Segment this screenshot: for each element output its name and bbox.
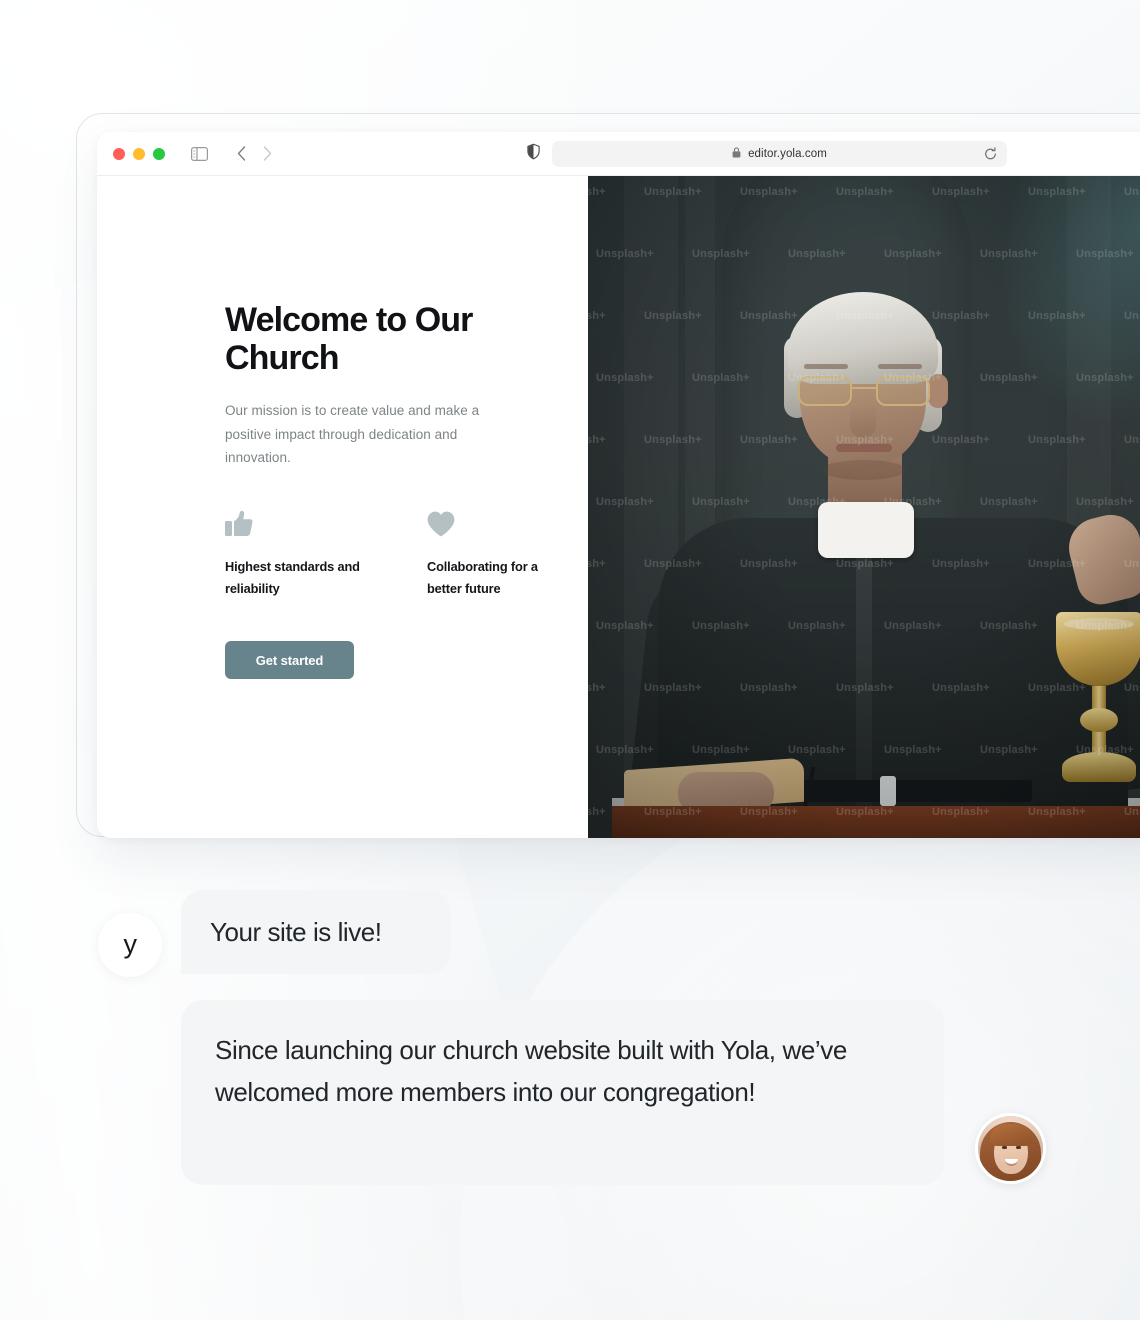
avatar <box>975 1113 1046 1184</box>
chalice-cup <box>1056 612 1140 686</box>
chevron-left-icon[interactable] <box>230 143 252 165</box>
address-bar[interactable]: editor.yola.com <box>552 140 1007 167</box>
chin-shadow <box>822 460 906 480</box>
hero-image: Unsplash+ Unsplash+ Unsplash+ Unsplash+ Unsp… <box>588 176 1140 838</box>
feature-label: Collaborating for a better future <box>427 559 538 597</box>
browser-window: editor.yola.com Welcome to Our Church Ou… <box>97 132 1140 838</box>
watermark-text: Unsplash+ <box>588 806 606 818</box>
yola-logo-icon: y <box>123 928 138 959</box>
nose <box>850 396 876 438</box>
heart-icon <box>427 507 567 537</box>
avatar-eye <box>1002 1146 1007 1149</box>
hero-text-column: Welcome to Our Church Our mission is to … <box>97 176 588 838</box>
watermark-text: Unsplash+ <box>588 434 606 446</box>
watermark-text: Unsplash+ <box>588 310 606 322</box>
eyebrow <box>878 364 922 369</box>
watermark-text: Unsplash+ <box>588 186 606 198</box>
eyebrow <box>804 364 848 369</box>
mouth <box>836 444 892 452</box>
lens <box>876 376 930 406</box>
chat-bubble-status: Your site is live! <box>181 890 451 974</box>
watermark-text: Unsplash+ <box>588 682 606 694</box>
window-traffic-lights[interactable] <box>113 147 165 160</box>
yola-brand-avatar: y <box>98 913 162 977</box>
chat-bubble-testimonial: Since launching our church website built… <box>181 1000 944 1185</box>
sidebar-toggle-icon[interactable] <box>191 146 208 161</box>
lock-icon <box>732 145 741 163</box>
privacy-shield-icon[interactable] <box>527 143 540 164</box>
maximize-window-button[interactable] <box>153 147 165 160</box>
lens <box>798 376 852 406</box>
browser-frame: editor.yola.com Welcome to Our Church Ou… <box>76 113 1140 838</box>
get-started-button[interactable]: Get started <box>225 641 354 680</box>
priest-figure <box>612 278 1140 838</box>
belt-buckle <box>880 776 896 806</box>
chalice <box>1056 612 1140 802</box>
testimonial-text: Since launching our church website built… <box>215 1035 847 1108</box>
hero-subtitle: Our mission is to create value and make … <box>225 403 480 465</box>
site-preview: Welcome to Our Church Our mission is to … <box>97 176 1140 838</box>
chalice-knob <box>1080 708 1118 732</box>
thumbs-up-icon <box>225 507 365 537</box>
minimize-window-button[interactable] <box>133 147 145 160</box>
avatar-eye <box>1016 1146 1021 1149</box>
page-root: editor.yola.com Welcome to Our Church Ou… <box>0 0 1140 1320</box>
chalice-base <box>1062 752 1136 782</box>
watermark-text: Unsplash+ <box>588 558 606 570</box>
hair <box>788 292 938 384</box>
url-text: editor.yola.com <box>748 147 827 160</box>
feature-list: Highest standards and reliability Collab… <box>225 507 588 600</box>
chevron-right-icon[interactable] <box>256 143 278 165</box>
clerical-collar <box>818 502 914 558</box>
feature-label: Highest standards and reliability <box>225 559 360 597</box>
reload-icon[interactable] <box>984 146 997 161</box>
status-message-text: Your site is live! <box>210 916 382 947</box>
navigation-arrows[interactable] <box>230 143 278 165</box>
browser-toolbar: editor.yola.com <box>97 132 1140 176</box>
avatar-hair-front <box>990 1124 1032 1146</box>
pulpit <box>612 806 1140 838</box>
feature-item: Highest standards and reliability <box>225 507 365 600</box>
page-title: Welcome to Our Church <box>225 301 473 377</box>
close-window-button[interactable] <box>113 147 125 160</box>
ear <box>928 374 948 408</box>
bridge <box>852 387 876 389</box>
feature-item: Collaborating for a better future <box>427 507 567 600</box>
